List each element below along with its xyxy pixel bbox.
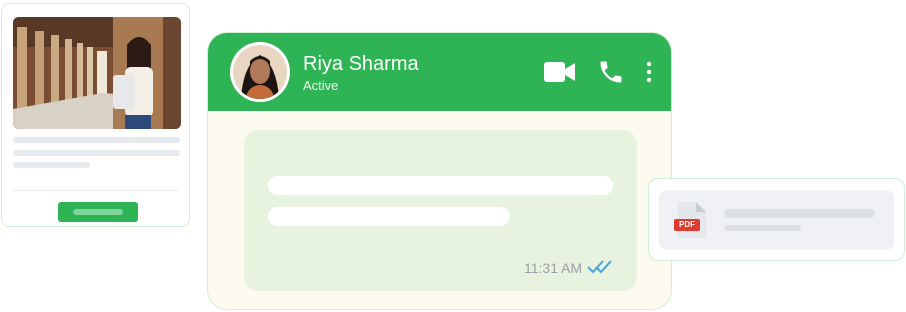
pdf-attachment-card[interactable]: PDF: [648, 178, 905, 261]
attachment-body: PDF: [659, 190, 894, 250]
contact-status: Active: [303, 78, 339, 93]
file-meta-placeholder: [724, 225, 801, 231]
message-timestamp: 11:31 AM: [524, 260, 583, 276]
message-bubble: 11:31 AM: [244, 130, 637, 291]
chat-window: Riya Sharma Active 11:31 AM: [207, 32, 672, 310]
double-check-icon: [587, 260, 612, 274]
message-text-placeholder: [268, 207, 510, 226]
contact-name: Riya Sharma: [303, 53, 419, 75]
file-name-placeholder: [724, 209, 875, 218]
card-action-button[interactable]: [58, 202, 138, 222]
profile-card: [1, 3, 190, 227]
message-text-placeholder: [268, 176, 613, 195]
button-label-placeholder: [73, 209, 123, 215]
card-divider: [13, 190, 178, 191]
text-placeholder-line: [13, 137, 180, 143]
pdf-label: PDF: [674, 219, 700, 231]
more-options-icon[interactable]: [646, 61, 652, 83]
phone-call-icon[interactable]: [597, 58, 625, 86]
text-placeholder-line: [13, 162, 90, 168]
video-call-icon[interactable]: [544, 60, 576, 84]
avatar[interactable]: [230, 42, 290, 102]
pdf-file-icon: PDF: [674, 202, 706, 243]
text-placeholder-line: [13, 150, 180, 156]
profile-photo: [13, 17, 181, 129]
chat-header: Riya Sharma Active: [208, 33, 671, 111]
